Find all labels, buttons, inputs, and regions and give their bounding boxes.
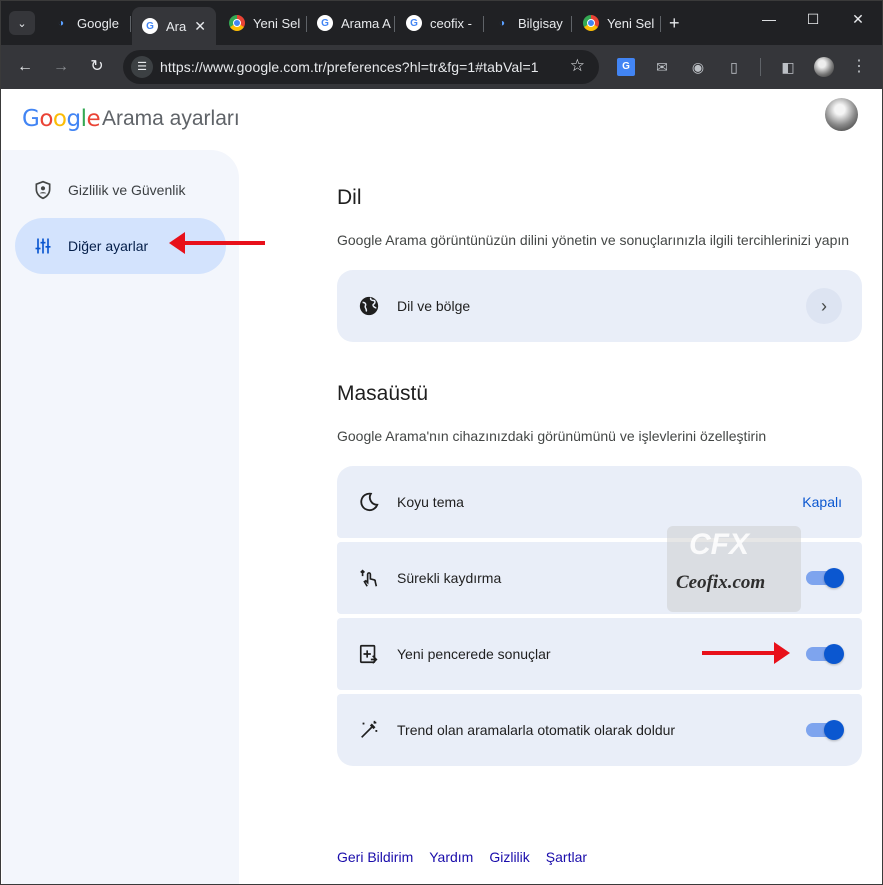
sidebar-item-other-settings[interactable]: Diğer ayarlar — [15, 218, 226, 274]
close-window-button[interactable]: ✕ — [848, 11, 868, 28]
footer-link-feedback[interactable]: Geri Bildirim — [337, 849, 413, 865]
annotation-arrow-left — [169, 232, 265, 254]
settings-page: Google Arama ayarları Gizlilik ve Güvenl… — [1, 89, 882, 884]
section-title-masaustu: Masaüstü — [337, 382, 429, 405]
continuous-scroll-toggle[interactable] — [806, 568, 844, 588]
google-g-icon: G — [317, 15, 333, 31]
tab-title: Bilgisay — [518, 15, 563, 31]
account-avatar[interactable] — [825, 98, 858, 131]
google-logo[interactable]: Google — [22, 106, 101, 132]
chrome-icon — [583, 15, 599, 31]
globe-icon — [358, 295, 380, 317]
arrow-right-icon: → — [53, 58, 69, 75]
section-desc-dil: Google Arama görüntünüzün dilini yönetin… — [337, 232, 850, 248]
side-panel-icon[interactable]: ◧ — [779, 58, 797, 76]
new-tab-button[interactable]: + — [669, 13, 680, 34]
tab-title: Google — [77, 15, 119, 31]
tab-title: Ara — [166, 18, 187, 34]
tab[interactable]: ◑ Google — [43, 7, 131, 39]
ceofix-watermark: CFX Ceofix.com — [667, 526, 801, 612]
maximize-icon: ☐ — [806, 11, 820, 27]
new-window-icon — [358, 643, 380, 665]
row-label: Dil ve bölge — [397, 298, 471, 314]
sidebar: Gizlilik ve Güvenlik Diğer ayarlar — [2, 150, 239, 884]
profile-avatar[interactable] — [814, 57, 834, 77]
back-button[interactable]: ← — [14, 56, 36, 78]
address-url[interactable]: https://www.google.com.tr/preferences?hl… — [160, 59, 539, 75]
google-g-icon: G — [406, 15, 422, 31]
minimize-button[interactable]: — — [759, 11, 779, 27]
page-title: Arama ayarları — [102, 107, 240, 130]
bookmark-star-icon[interactable]: ☆ — [570, 56, 585, 76]
new-window-results-toggle[interactable] — [806, 644, 844, 664]
tab-title: Yeni Sel — [607, 15, 655, 31]
shield-icon — [33, 180, 53, 200]
reload-icon: ↻ — [90, 58, 104, 75]
row-language-region[interactable]: Dil ve bölge › — [337, 270, 862, 342]
row-label: Koyu tema — [397, 494, 464, 510]
trending-autofill-toggle[interactable] — [806, 720, 844, 740]
row-trending-autofill[interactable]: Trend olan aramalarla otomatik olarak do… — [337, 694, 862, 766]
magic-wand-icon — [358, 719, 380, 741]
reload-button[interactable]: ↻ — [86, 56, 108, 78]
dark-theme-value[interactable]: Kapalı — [802, 494, 842, 510]
moon-icon — [358, 491, 380, 513]
tab-title: Arama A — [341, 15, 391, 31]
tab-active[interactable]: G Ara ✕ — [132, 7, 216, 45]
tab-title: Yeni Sel — [253, 15, 301, 31]
tab-title: ceofix - — [430, 15, 472, 31]
maximize-button[interactable]: ☐ — [803, 11, 823, 28]
chevron-down-icon: ⌄ — [17, 17, 27, 30]
chrome-icon — [229, 15, 245, 31]
footer-link-privacy[interactable]: Gizlilik — [489, 849, 529, 865]
row-label: Yeni pencerede sonuçlar — [397, 646, 551, 662]
close-tab-icon[interactable]: ✕ — [194, 18, 206, 35]
row-label: Trend olan aramalarla otomatik olarak do… — [397, 722, 676, 738]
sidebar-item-privacy[interactable]: Gizlilik ve Güvenlik — [15, 162, 226, 218]
mail-extension-icon[interactable]: ✉ — [653, 58, 671, 76]
ceofix-icon: ◑ — [57, 17, 65, 29]
tab-strip: ⌄ ◑ Google G Ara ✕ Yeni Sel G Arama A G … — [1, 1, 882, 45]
tab[interactable]: Yeni Sel — [573, 7, 661, 39]
footer-link-help[interactable]: Yardım — [429, 849, 473, 865]
swipe-icon — [358, 567, 380, 589]
translate-extension-icon[interactable]: G — [617, 58, 635, 76]
section-title-dil: Dil — [337, 186, 362, 209]
sliders-icon — [33, 236, 53, 256]
site-info-icon[interactable]: ☰ — [131, 56, 153, 78]
browser-window: ⌄ ◑ Google G Ara ✕ Yeni Sel G Arama A G … — [0, 0, 883, 885]
tab[interactable]: ◑ Bilgisay — [484, 7, 572, 39]
forward-button[interactable]: → — [50, 56, 72, 78]
camera-extension-icon[interactable]: ◉ — [689, 58, 707, 76]
ceofix-icon: ◑ — [498, 17, 506, 29]
extensions-puzzle-icon[interactable]: ▯ — [725, 58, 743, 76]
tab[interactable]: G ceofix - — [396, 7, 484, 39]
sidebar-item-label: Gizlilik ve Güvenlik — [68, 182, 186, 198]
section-desc-masaustu: Google Arama'nın cihazınızdaki görünümün… — [337, 428, 767, 444]
row-label: Sürekli kaydırma — [397, 570, 502, 586]
tab[interactable]: Yeni Sel — [219, 7, 307, 39]
annotation-arrow-right — [702, 642, 790, 664]
tab[interactable]: G Arama A — [307, 7, 395, 39]
chevron-right-icon[interactable]: › — [806, 288, 842, 324]
google-g-icon: G — [142, 18, 158, 34]
address-bar[interactable]: ☰ https://www.google.com.tr/preferences?… — [123, 50, 599, 84]
menu-dots-icon[interactable]: ⋮ — [850, 58, 868, 76]
minimize-icon: — — [762, 11, 776, 27]
footer-link-terms[interactable]: Şartlar — [546, 849, 587, 865]
toolbar-divider — [760, 58, 761, 76]
plus-icon: + — [669, 13, 680, 33]
tab-search-button[interactable]: ⌄ — [9, 11, 35, 35]
browser-toolbar: ← → ↻ ☰ https://www.google.com.tr/prefer… — [1, 45, 882, 89]
footer-links: Geri Bildirim Yardım Gizlilik Şartlar — [337, 849, 587, 865]
arrow-left-icon: ← — [17, 58, 33, 75]
sidebar-item-label: Diğer ayarlar — [68, 238, 149, 254]
close-icon: ✕ — [852, 11, 864, 27]
